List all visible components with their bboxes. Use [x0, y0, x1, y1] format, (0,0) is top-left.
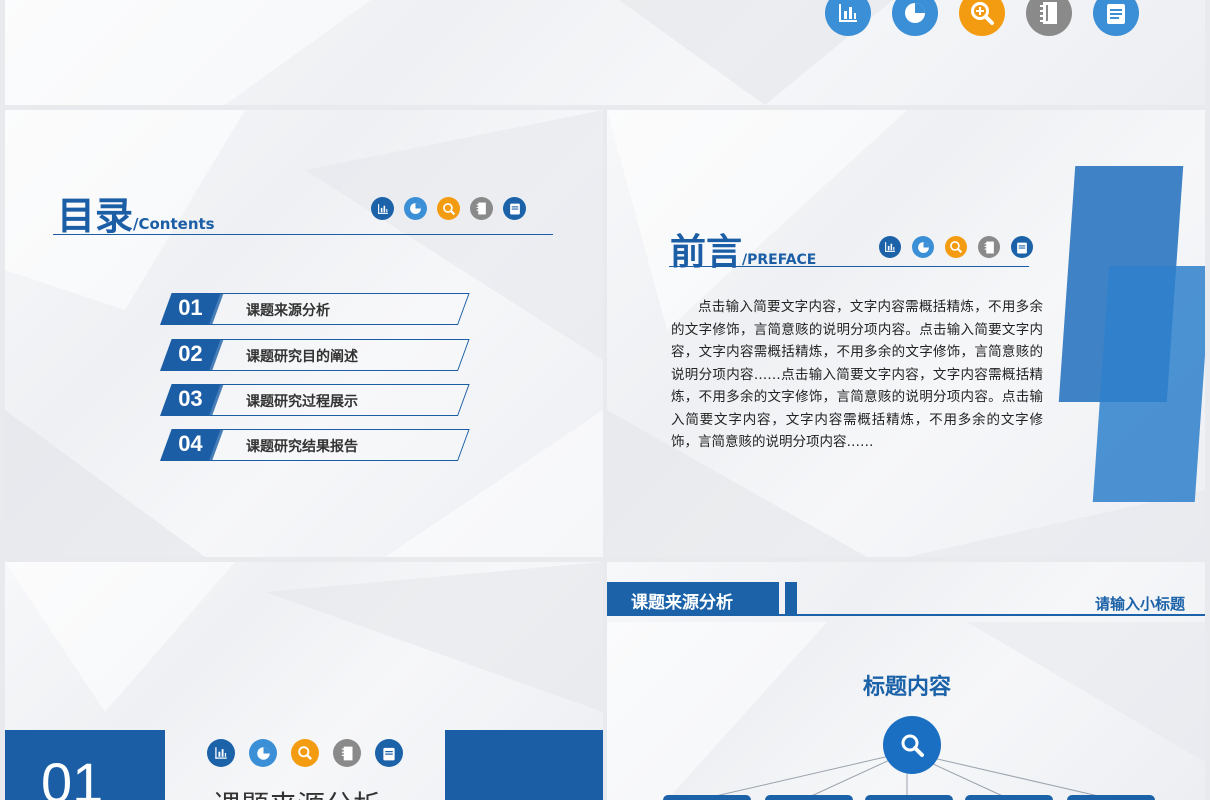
pie-chart-icon	[404, 197, 427, 220]
toc-item-3[interactable]: 03 课题研究过程展示	[160, 384, 470, 416]
preface-title: 前言/PREFACE	[670, 232, 817, 273]
analysis-node	[663, 795, 751, 800]
contents-title: 目录/Contents	[57, 194, 215, 238]
toc-item-label: 课题来源分析	[246, 303, 330, 319]
notebook-icon	[470, 197, 493, 220]
notebook-icon	[1026, 0, 1072, 36]
notebook-icon	[333, 739, 361, 767]
preface-body-text: 点击输入简要文字内容，文字内容需概括精炼，不用多余的文字修饰，言简意赅的说明分项…	[671, 299, 1043, 450]
search-icon	[883, 716, 941, 774]
pie-chart-icon	[249, 739, 277, 767]
icon-row-preface	[879, 236, 1033, 258]
toc-item-4[interactable]: 04 课题研究结果报告	[160, 429, 470, 461]
analysis-node	[1067, 795, 1155, 800]
preface-title-rule	[669, 266, 1029, 267]
icon-row-section	[207, 739, 403, 767]
document-list-icon	[1093, 0, 1139, 36]
icon-row-top	[825, 0, 1139, 36]
slide-section-01: 01 课题来源分析	[5, 562, 603, 800]
icon-row-contents	[371, 197, 526, 220]
magnifier-plus-icon	[959, 0, 1005, 36]
contents-subtitle: /Contents	[133, 215, 215, 233]
analysis-node	[965, 795, 1053, 800]
toc-item-2[interactable]: 02 课题研究目的阐述	[160, 339, 470, 371]
slide-preface: 前言/PREFACE 点击输入简要文字内容，文字内容需概括精炼，不用多余的文字修…	[607, 110, 1205, 557]
toc-item-label: 课题研究过程展示	[246, 394, 358, 410]
bar-chart-icon	[371, 197, 394, 220]
slide-analysis: 课题来源分析 请输入小标题 标题内容	[607, 562, 1205, 800]
pie-chart-icon	[892, 0, 938, 36]
document-list-icon	[503, 197, 526, 220]
slide-contents: 目录/Contents 01 课题来源分析 02 课题研究目的阐述 03 课题研…	[5, 110, 603, 557]
magnifier-plus-icon	[437, 197, 460, 220]
background-polygons	[5, 110, 603, 557]
analysis-node	[765, 795, 853, 800]
document-list-icon	[1011, 236, 1033, 258]
toc-item-label: 课题研究目的阐述	[246, 349, 358, 365]
toc-item-label: 课题研究结果报告	[246, 439, 358, 455]
bar-chart-icon	[207, 739, 235, 767]
toc-item-1[interactable]: 01 课题来源分析	[160, 293, 470, 325]
magnifier-plus-icon	[291, 739, 319, 767]
bar-chart-icon	[879, 236, 901, 258]
decorative-blue-bar	[1092, 266, 1205, 502]
section-number: 01	[41, 751, 104, 800]
pie-chart-icon	[912, 236, 934, 258]
contents-title-rule	[53, 234, 553, 235]
section-title: 课题来源分析	[213, 784, 381, 800]
section-decor-block	[445, 730, 603, 800]
notebook-icon	[978, 236, 1000, 258]
magnifier-plus-icon	[945, 236, 967, 258]
analysis-node	[865, 795, 953, 800]
slide-top-banner	[5, 0, 1205, 105]
bar-chart-icon	[825, 0, 871, 36]
document-list-icon	[375, 739, 403, 767]
